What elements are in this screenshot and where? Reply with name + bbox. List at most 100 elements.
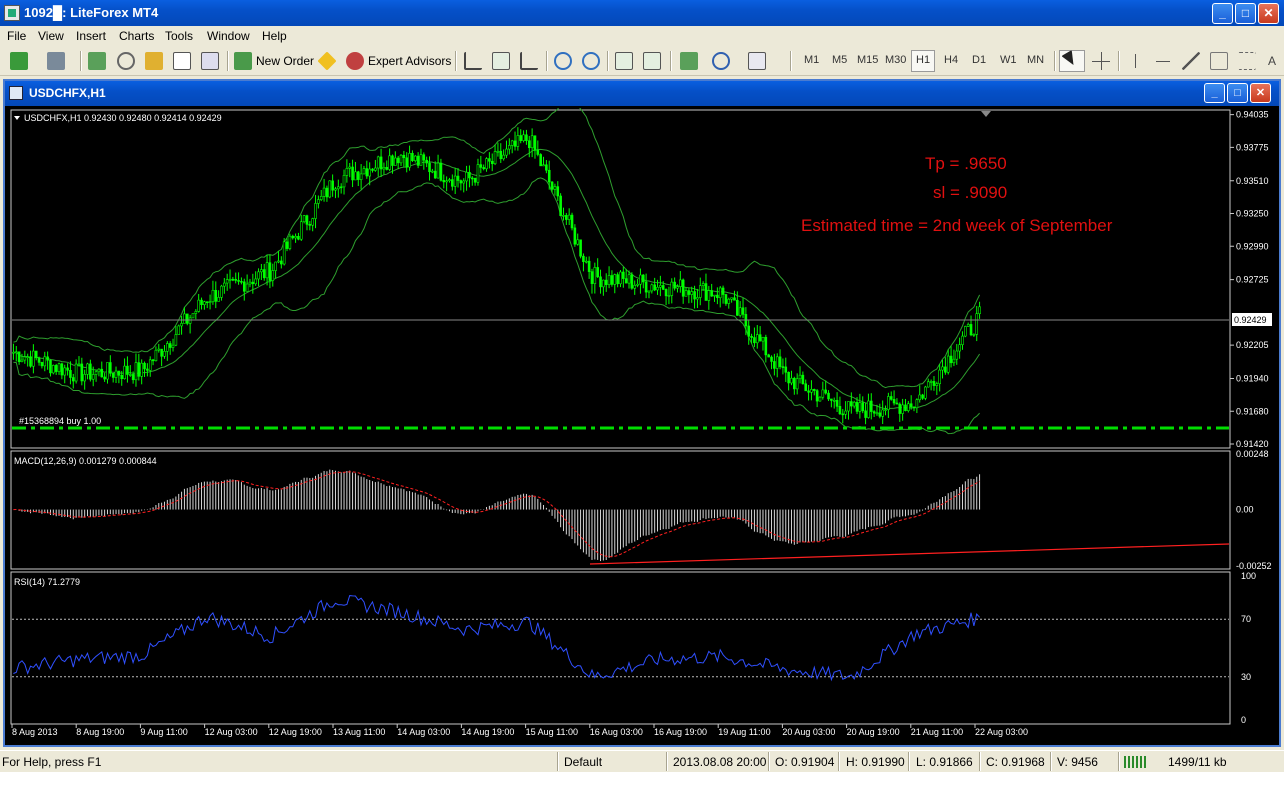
time-tick-label: 13 Aug 11:00 [333,727,385,737]
menu-tools[interactable]: Tools [165,29,193,43]
channel-icon[interactable] [1210,52,1228,70]
candle-body [961,335,964,345]
indicators-icon[interactable] [680,52,698,70]
candle-body [66,367,69,371]
terminal-icon[interactable] [173,52,191,70]
candle-body [778,356,782,367]
candle-body [77,363,81,366]
timeframe-w1[interactable]: W1 [1000,54,1017,66]
chart-shift-icon[interactable] [643,52,661,70]
candle-body [887,396,890,410]
candle-body [610,275,614,285]
time-tick-label: 20 Aug 19:00 [847,727,900,737]
menu-file[interactable]: File [7,29,26,43]
bar-chart-icon[interactable] [464,52,482,70]
candle-body [952,358,956,364]
timeframe-d1[interactable]: D1 [972,54,986,66]
market-watch-icon[interactable] [88,52,106,70]
price-tick-label: 0.93250 [1236,209,1269,219]
timeframe-m1[interactable]: M1 [804,54,819,66]
candlestick-icon[interactable] [492,52,510,70]
status-separator [1050,752,1052,771]
candle-body [770,356,773,362]
chart-maximize-button[interactable]: □ [1227,83,1248,103]
crosshair-icon[interactable] [1092,52,1110,70]
candle-body [371,168,374,171]
timeframe-h1[interactable]: H1 [916,54,930,66]
candle-body [576,239,580,245]
strategy-tester-icon[interactable] [201,52,219,70]
candle-body [317,199,320,204]
rsi-tick-label: 70 [1241,614,1251,624]
candle-body [613,274,617,285]
fibonacci-icon[interactable] [1238,52,1256,70]
chart-autoscroll-icon[interactable] [615,52,633,70]
candle-body [368,168,371,177]
line-chart-icon[interactable] [520,52,538,70]
menu-view[interactable]: View [38,29,64,43]
candle-body [864,410,867,418]
candle-body [966,324,970,327]
candle-body [716,294,719,299]
metaeditor-icon[interactable] [317,51,337,71]
vertical-line-icon[interactable] [1126,52,1144,70]
new-order-icon[interactable] [234,52,252,70]
expert-advisors-icon[interactable] [346,52,364,70]
timeframe-m30[interactable]: M30 [885,54,906,66]
candle-body [855,401,859,412]
candle-body [362,168,366,175]
annotation-sl[interactable]: sl = .9090 [933,183,1007,202]
menu-help[interactable]: Help [262,29,287,43]
chart-close-button[interactable]: ✕ [1250,83,1271,103]
trendline-icon[interactable] [1182,52,1200,70]
time-tick-label: 19 Aug 11:00 [718,727,770,737]
candle-body [881,409,884,417]
candle-body [693,291,696,300]
new-chart-icon[interactable] [10,52,28,70]
profiles-icon[interactable] [47,52,65,70]
candle-body [288,235,292,249]
zoom-out-icon[interactable] [582,52,600,70]
price-tick-label: 0.93775 [1236,142,1269,152]
candle-body [468,171,471,179]
timeframe-h4[interactable]: H4 [944,54,958,66]
menu-charts[interactable]: Charts [119,29,154,43]
candle-body [681,279,685,297]
candle-body [402,154,406,159]
annotation-tp[interactable]: Tp = .9650 [925,154,1007,173]
candle-body [664,289,668,297]
candle-body [171,344,175,348]
periods-icon[interactable] [712,52,730,70]
minimize-button[interactable]: _ [1212,3,1233,24]
time-tick-label: 8 Aug 19:00 [76,727,124,737]
candle-body [43,356,47,367]
templates-icon[interactable] [748,52,766,70]
timeframe-m5[interactable]: M5 [832,54,847,66]
timeframe-m15[interactable]: M15 [857,54,878,66]
candle-body [858,402,862,412]
candle-body [758,334,762,342]
timeframe-mn[interactable]: MN [1027,54,1044,66]
new-order-button[interactable]: New Order [256,54,314,68]
chart-minimize-button[interactable]: _ [1204,83,1225,103]
favorites-icon[interactable] [145,52,163,70]
text-tool-icon[interactable]: A [1268,54,1276,68]
expert-advisors-button[interactable]: Expert Advisors [368,54,451,68]
candle-body [46,356,49,361]
price-chart[interactable]: 0.94035 0.93775 0.93510 0.93250 0.92990 0.927… [5,108,1279,745]
navigator-icon[interactable] [117,52,135,70]
candle-body [94,371,98,375]
candle-body [949,355,953,364]
horizontal-line-icon[interactable] [1154,52,1172,70]
candle-body [228,278,232,281]
menu-insert[interactable]: Insert [76,29,106,43]
zoom-in-icon[interactable] [554,52,572,70]
status-high: H: 0.91990 [846,755,905,769]
candle-body [419,154,423,166]
close-button[interactable]: ✕ [1258,3,1279,24]
candle-body [314,203,317,219]
maximize-button[interactable]: □ [1235,3,1256,24]
annotation-estimated-time[interactable]: Estimated time = 2nd week of September [801,216,1113,235]
menu-window[interactable]: Window [207,29,250,43]
candle-body [260,269,263,273]
